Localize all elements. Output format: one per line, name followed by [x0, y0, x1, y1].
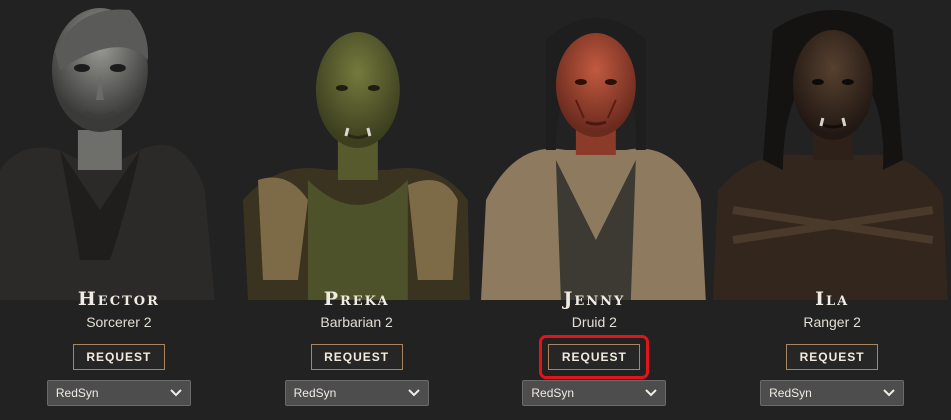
character-name: Jenny	[563, 288, 626, 310]
request-button[interactable]: REQUEST	[548, 344, 641, 370]
chevron-down-icon	[645, 389, 658, 397]
player-select-value: RedSyn	[531, 386, 575, 400]
player-select-value: RedSyn	[55, 386, 99, 400]
character-card-preka: Preka Barbarian 2 REQUEST RedSyn	[238, 0, 476, 420]
portrait-image	[242, 32, 470, 300]
character-name: Ila	[815, 288, 850, 310]
character-class: Ranger 2	[803, 314, 861, 330]
character-name: Hector	[77, 288, 160, 310]
portrait-image	[713, 10, 949, 300]
request-button[interactable]: REQUEST	[310, 344, 403, 370]
portrait-image	[0, 8, 215, 300]
player-select[interactable]: RedSyn	[760, 380, 905, 406]
request-wrap-highlighted: REQUEST	[539, 335, 650, 379]
request-wrap: REQUEST	[310, 344, 403, 370]
portrait-ila	[713, 0, 951, 300]
character-class: Druid 2	[571, 314, 617, 330]
character-name: Preka	[323, 288, 390, 310]
character-class: Barbarian 2	[320, 314, 393, 330]
character-class: Sorcerer 2	[86, 314, 152, 330]
portrait-hector	[0, 0, 238, 300]
player-select[interactable]: RedSyn	[46, 380, 191, 406]
portrait-preka	[238, 0, 476, 300]
chevron-down-icon	[883, 389, 895, 397]
player-select[interactable]: RedSyn	[522, 380, 667, 406]
character-card-hector: Hector Sorcerer 2 REQUEST RedSyn	[0, 0, 238, 420]
request-wrap: REQUEST	[72, 344, 165, 370]
player-select-value: RedSyn	[769, 386, 812, 400]
player-select[interactable]: RedSyn	[284, 380, 429, 406]
portrait-image	[480, 17, 706, 300]
chevron-down-icon	[170, 389, 182, 397]
character-card-ila: Ila Ranger 2 REQUEST RedSyn	[713, 0, 951, 420]
chevron-down-icon	[407, 389, 420, 397]
character-grid: Hector Sorcerer 2 REQUEST RedSyn Preka B…	[0, 0, 951, 420]
request-button[interactable]: REQUEST	[786, 344, 879, 370]
player-select-value: RedSyn	[293, 386, 337, 400]
portrait-jenny	[476, 0, 714, 300]
request-wrap: REQUEST	[786, 344, 879, 370]
character-card-jenny: Jenny Druid 2 REQUEST RedSyn	[476, 0, 714, 420]
request-button[interactable]: REQUEST	[72, 344, 165, 370]
